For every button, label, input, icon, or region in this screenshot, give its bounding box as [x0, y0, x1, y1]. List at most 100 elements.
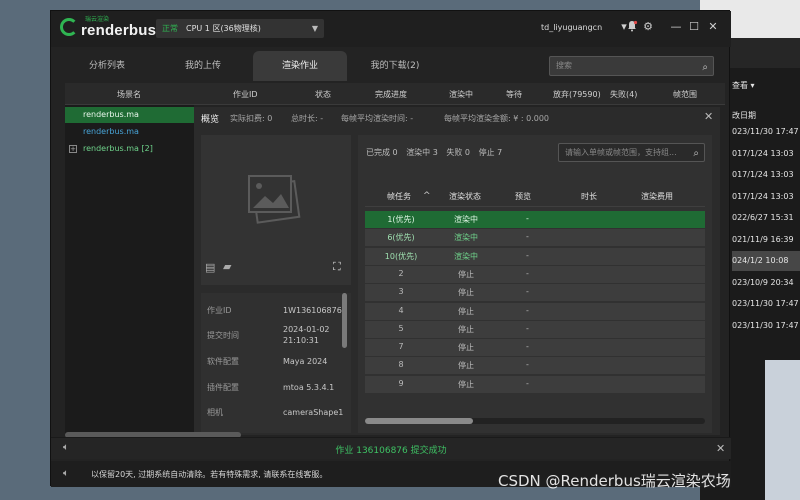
details-scrollbar[interactable] [342, 293, 347, 348]
table-row[interactable]: 8 停止 - [365, 357, 705, 375]
col-rendering[interactable]: 渲染中 [449, 89, 473, 100]
table-row[interactable]: 3 停止 - [365, 284, 705, 302]
tab-downloads[interactable]: 我的下载(2) [347, 51, 443, 81]
table-row[interactable]: 5 停止 - [365, 320, 705, 338]
frame-task: 10(优先) [384, 251, 418, 261]
col-scene-name[interactable]: 场景名 [117, 89, 141, 100]
col-failed[interactable]: 失败(4) [610, 89, 637, 100]
col-status[interactable]: 状态 [315, 89, 331, 100]
background-file-row[interactable]: 023/11/30 17:47 [732, 316, 800, 336]
close-icon[interactable]: ✕ [706, 20, 720, 34]
table-row[interactable]: 10(优先) 渲染中 - [365, 247, 705, 265]
list-item[interactable]: renderbus.ma [65, 107, 194, 123]
table-row[interactable]: 7 停止 - [365, 339, 705, 357]
background-file-row[interactable]: 024/1/2 10:08 [732, 251, 800, 271]
overview-panel: 概览 实际扣费: 0 总时长: - 每帧平均渲染时间: - 每帧平均渲染金额: … [194, 107, 720, 435]
frame-counts: 已完成 0 渲染中 3 失败 0 停止 7 [366, 147, 508, 158]
background-file-row[interactable]: 023/11/30 17:47 [732, 294, 800, 314]
stat-actual-charge: 实际扣费: 0 [230, 114, 273, 123]
background-file-row[interactable]: 017/1/24 13:03 [732, 144, 800, 164]
background-view-menu[interactable]: 查看 ▾ [732, 80, 755, 91]
scene-file-list: renderbus.ma renderbus.ma + renderbus.ma… [65, 105, 194, 435]
list-item-label: renderbus.ma [2] [83, 144, 153, 153]
frame-task: 5 [398, 323, 404, 333]
notification-text: 作业 136106876 提交成功 [335, 446, 447, 456]
detail-value: Maya 2024 [283, 357, 328, 366]
search-input[interactable]: 搜索 ⌕ [549, 56, 714, 76]
search-placeholder: 搜索 [556, 61, 572, 70]
renderbus-logo-icon [60, 18, 78, 36]
col-progress[interactable]: 完成进度 [375, 89, 407, 100]
frame-preview: - [526, 305, 529, 315]
count-failed[interactable]: 失败 0 [446, 148, 470, 157]
frame-task-panel: 已完成 0 渲染中 3 失败 0 停止 7 请输入单帧或帧范围，支持组... ⌕… [358, 135, 712, 433]
col-waiting[interactable]: 等待 [506, 89, 522, 100]
close-icon[interactable]: ✕ [716, 442, 725, 455]
table-row[interactable]: 2 停止 - [365, 265, 705, 283]
sort-icon[interactable]: ^ [423, 191, 431, 201]
logo-text: renderbus [81, 22, 157, 39]
scene-table-header: 场景名 作业ID 状态 完成进度 渲染中 等待 放弃(79590) 失败(4) … [65, 83, 725, 105]
stat-total-duration: 总时长: - [291, 114, 324, 123]
frame-preview: - [526, 360, 529, 370]
renderbus-app-window: 瑞云渲染 renderbus 正常 CPU 1 区(36物理核) ▼ td_li… [50, 10, 731, 487]
background-file-row[interactable]: 023/11/30 17:47 [732, 122, 800, 142]
username[interactable]: td_liyuguangcn [541, 23, 602, 32]
folder-icon[interactable]: ▰ [223, 260, 231, 273]
frame-search-placeholder: 请输入单帧或帧范围，支持组... [565, 148, 677, 157]
zone-select[interactable]: 正常 CPU 1 区(36物理核) ▼ [156, 19, 324, 38]
background-file-row[interactable]: 022/6/27 15:31 [732, 208, 800, 228]
frame-status: 渲染中 [454, 215, 478, 224]
frame-task: 8 [398, 360, 404, 370]
detail-value: mtoa 5.3.4.1 [283, 383, 335, 392]
zone-name: CPU 1 区(36物理核) [186, 24, 261, 33]
background-file-row[interactable]: 021/11/9 16:39 [732, 230, 800, 250]
background-file-row[interactable]: 017/1/24 13:03 [732, 187, 800, 207]
background-file-row[interactable]: 023/10/9 20:34 [732, 273, 800, 293]
frame-preview: - [526, 214, 529, 223]
titlebar: 瑞云渲染 renderbus 正常 CPU 1 区(36物理核) ▼ td_li… [51, 11, 731, 47]
background-file-row[interactable]: 017/1/24 13:03 [732, 165, 800, 185]
bell-icon[interactable] [625, 20, 639, 34]
col-render-status[interactable]: 渲染状态 [449, 191, 481, 202]
desktop-strip [765, 360, 800, 500]
table-row[interactable]: 6(优先) 渲染中 - [365, 229, 705, 247]
frame-table-header: 帧任务 ^ 渲染状态 预览 时长 渲染费用 [365, 187, 705, 207]
col-job-id[interactable]: 作业ID [233, 89, 258, 100]
col-duration[interactable]: 时长 [581, 191, 597, 202]
table-row[interactable]: 4 停止 - [365, 302, 705, 320]
table-row[interactable]: 1(优先) 渲染中 - [365, 211, 705, 228]
list-item[interactable]: + renderbus.ma [2] [65, 141, 194, 157]
frame-task: 2 [398, 268, 404, 278]
frame-scrollbar[interactable] [365, 418, 705, 424]
table-row[interactable]: 9 停止 - [365, 375, 705, 393]
count-completed[interactable]: 已完成 0 [366, 148, 398, 157]
col-frame-range[interactable]: 帧范围 [673, 89, 697, 100]
background-date-column[interactable]: 改日期 [732, 110, 756, 121]
fullscreen-icon[interactable]: ⛶ [333, 260, 341, 274]
count-stopped[interactable]: 停止 7 [479, 148, 503, 157]
expand-icon[interactable]: + [69, 145, 77, 153]
thumbnail-toolbar: ▤ ▰ ⛶ [201, 259, 351, 279]
notes-icon[interactable]: ▤ [205, 261, 215, 274]
count-rendering[interactable]: 渲染中 3 [406, 148, 438, 157]
image-placeholder-icon [248, 175, 301, 224]
detail-label: 提交时间 [207, 331, 239, 340]
frame-search-input[interactable]: 请输入单帧或帧范围，支持组... ⌕ [558, 143, 705, 162]
col-abandoned[interactable]: 放弃(79590) [553, 89, 601, 100]
minimize-icon[interactable]: — [669, 20, 683, 34]
gear-icon[interactable]: ⚙ [641, 20, 655, 34]
col-preview[interactable]: 预览 [515, 191, 531, 202]
search-icon: ⌕ [702, 62, 708, 73]
list-item[interactable]: renderbus.ma [65, 124, 194, 140]
maximize-icon[interactable]: ☐ [687, 20, 701, 34]
col-frame-task[interactable]: 帧任务 [387, 191, 411, 202]
frame-preview: - [526, 268, 529, 278]
col-render-cost[interactable]: 渲染费用 [641, 191, 673, 202]
tab-uploads[interactable]: 我的上传 [155, 51, 251, 81]
tab-analysis[interactable]: 分析列表 [59, 51, 155, 81]
close-icon[interactable]: ✕ [704, 110, 713, 123]
tab-render-jobs[interactable]: 渲染作业 [253, 51, 347, 81]
frame-task: 3 [398, 287, 404, 297]
frame-preview: - [526, 287, 529, 297]
